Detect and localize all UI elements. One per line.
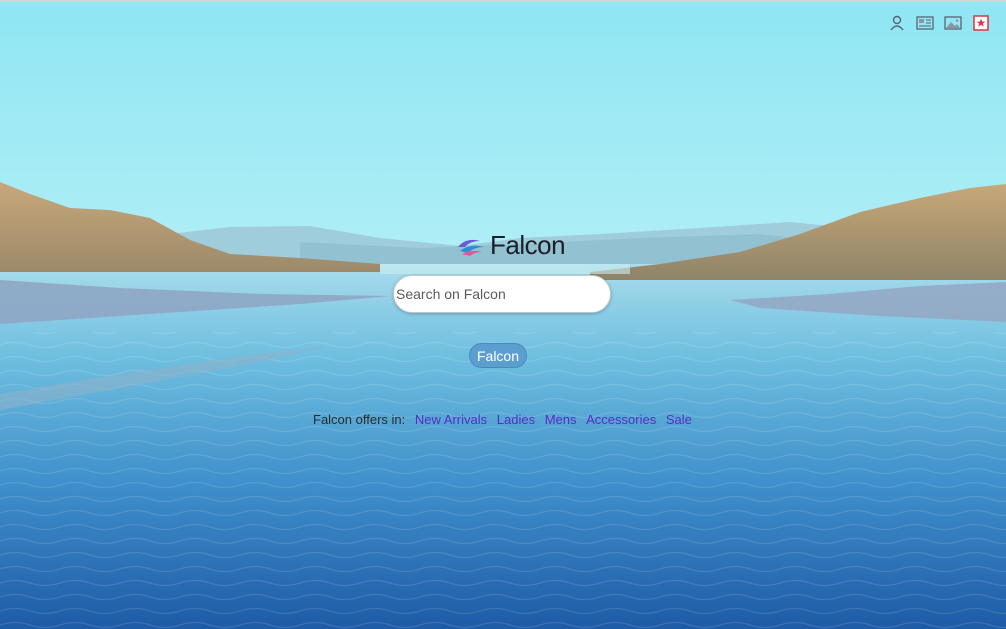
offer-link-sale[interactable]: Sale xyxy=(666,412,692,427)
user-icon[interactable] xyxy=(888,14,906,32)
background-landscape-image xyxy=(0,2,1006,629)
offer-link-accessories[interactable]: Accessories xyxy=(586,412,656,427)
search-input[interactable] xyxy=(396,284,596,304)
browser-page: Falcon Falcon Falcon offers in: New Arri… xyxy=(0,0,1006,629)
offer-link-ladies[interactable]: Ladies xyxy=(497,412,535,427)
offer-link-mens[interactable]: Mens xyxy=(545,412,577,427)
news-icon[interactable] xyxy=(916,14,934,32)
offers-line: Falcon offers in: New Arrivals Ladies Me… xyxy=(313,412,692,427)
image-icon[interactable] xyxy=(944,14,962,32)
search-button[interactable]: Falcon xyxy=(469,343,527,368)
top-toolbar xyxy=(888,14,990,32)
logo-text: Falcon xyxy=(490,230,566,260)
offer-link-new-arrivals[interactable]: New Arrivals xyxy=(415,412,487,427)
falcon-logo-icon xyxy=(458,239,484,256)
search-box[interactable] xyxy=(393,275,611,313)
offers-prefix: Falcon offers in: xyxy=(313,412,406,427)
falcon-logo: Falcon xyxy=(456,230,566,261)
bookmark-star-icon[interactable] xyxy=(972,14,990,32)
